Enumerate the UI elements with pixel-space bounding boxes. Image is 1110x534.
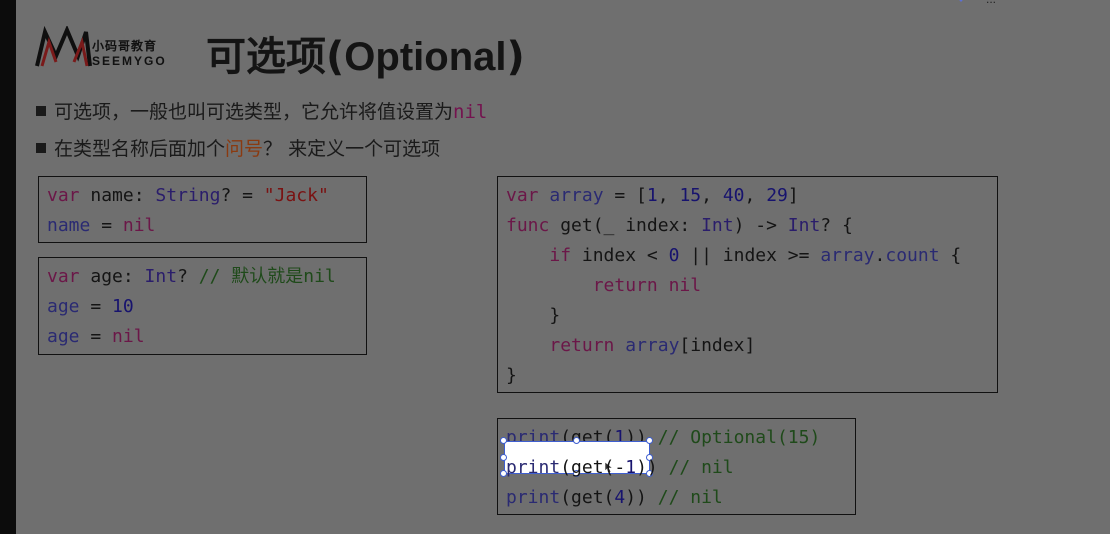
slide: ... 小码哥教育 SEEMYGO 可选项(Optional) 可选项，一般也叫…: [16, 0, 1110, 534]
bullet-2-highlight: 问号: [225, 138, 264, 160]
code-line: age = 10: [47, 296, 134, 317]
toolbar-text: ...: [986, 0, 996, 6]
code-line: var age: Int? // 默认就是nil: [47, 266, 336, 287]
code-block-4: print(get(1)) // Optional(15) print(get(…: [497, 418, 856, 515]
code-line: var array = [1, 15, 40, 29]: [506, 185, 799, 206]
bullet-square-icon: [36, 106, 46, 116]
resize-handle[interactable]: [500, 437, 507, 444]
logo-en-text: SEEMYGO: [92, 54, 167, 68]
code-line: if index < 0 || index >= array.count {: [549, 245, 962, 266]
resize-handle[interactable]: [573, 437, 580, 444]
title-open-paren: (: [326, 34, 345, 80]
mountain-logo-icon: [35, 26, 92, 67]
code-line: return array[index]: [549, 335, 756, 356]
resize-handle[interactable]: [646, 437, 653, 444]
brand-logo: 小码哥教育 SEEMYGO: [34, 26, 204, 70]
code-line: return nil: [592, 275, 702, 296]
code-block-1: var name: String? = "Jack" name = nil: [38, 176, 367, 243]
code-line: }: [506, 365, 517, 386]
bullet-1-code: nil: [453, 101, 488, 123]
bullet-1-text: 可选项，一般也叫可选类型，它允许将值设置为: [54, 101, 454, 123]
bullet-2-suffix: ？ 来定义一个可选项: [263, 138, 441, 160]
code-line: print(get(4)) // nil: [506, 487, 723, 508]
code-line: print(get(-1)) // nil: [506, 457, 734, 478]
left-window-edge: [0, 0, 16, 534]
top-right-toolbar: ...: [950, 0, 1110, 10]
bullet-1: 可选项，一般也叫可选类型，它允许将值设置为nil: [36, 97, 487, 124]
bullet-2: 在类型名称后面加个问号？ 来定义一个可选项: [36, 134, 440, 161]
title-cn: 可选项: [206, 34, 326, 80]
code-line: var name: String? = "Jack": [47, 185, 329, 206]
code-line: func get(_ index: Int) -> Int? {: [506, 215, 853, 236]
logo-cn-text: 小码哥教育: [92, 39, 158, 53]
code-line: name = nil: [47, 215, 156, 236]
shield-icon[interactable]: [950, 0, 972, 8]
code-block-2: var age: Int? // 默认就是nil age = 10 age = …: [38, 257, 367, 355]
bullet-square-icon: [36, 143, 46, 153]
code-line: age = nil: [47, 326, 145, 347]
code-block-3: var array = [1, 15, 40, 29] func get(_ i…: [497, 176, 998, 393]
bullet-2-text: 在类型名称后面加个: [54, 138, 226, 160]
title-close-paren: ): [506, 34, 525, 80]
title-en: Optional: [344, 35, 507, 79]
page-title: 可选项(Optional): [206, 24, 525, 82]
code-line: }: [506, 305, 561, 326]
